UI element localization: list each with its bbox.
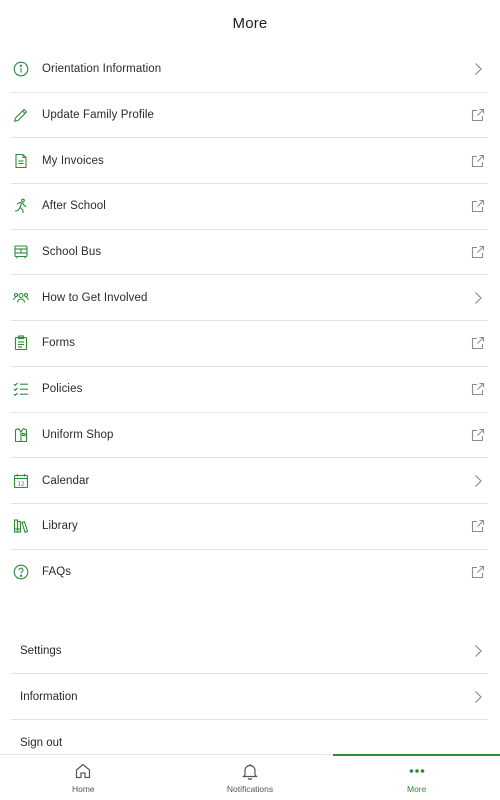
menu-item-label: School Bus <box>42 246 102 259</box>
calendar-day: 12 <box>18 481 25 487</box>
header: More <box>0 0 500 47</box>
menu-item-label: Update Family Profile <box>42 109 155 122</box>
settings-label: Information <box>20 690 78 703</box>
menu-item-label: FAQs <box>42 566 72 579</box>
external-link-icon <box>469 152 487 170</box>
bus-icon <box>12 243 30 261</box>
menu-item-label: Policies <box>42 383 83 396</box>
external-link-icon <box>469 426 487 444</box>
menu-item-update-family-profile[interactable]: Update Family Profile <box>11 93 488 139</box>
chevron-right-icon <box>469 688 487 706</box>
menu-item-library[interactable]: Library <box>11 504 488 550</box>
menu-item-calendar[interactable]: 12 Calendar <box>11 458 488 504</box>
settings-label: Settings <box>20 644 62 657</box>
settings-list: Settings Information Sign out <box>0 628 500 766</box>
home-icon <box>74 761 92 781</box>
external-link-icon <box>469 334 487 352</box>
external-link-icon <box>469 563 487 581</box>
clipboard-icon <box>12 334 30 352</box>
external-link-icon <box>469 106 487 124</box>
tab-notifications[interactable]: Notifications <box>167 755 334 800</box>
menu-item-school-bus[interactable]: School Bus <box>11 230 488 276</box>
menu-item-faqs[interactable]: FAQs <box>11 550 488 596</box>
pencil-icon <box>12 106 30 124</box>
chevron-right-icon <box>469 60 487 78</box>
info-icon <box>12 60 30 78</box>
menu-item-label: My Invoices <box>42 154 104 167</box>
tab-label: More <box>406 784 427 794</box>
running-person-icon <box>12 197 30 215</box>
chevron-right-icon <box>469 289 487 307</box>
external-link-icon <box>469 380 487 398</box>
menu-item-after-school[interactable]: After School <box>11 184 488 230</box>
menu-item-my-invoices[interactable]: My Invoices <box>11 138 488 185</box>
bell-icon <box>241 761 259 781</box>
settings-item-information[interactable]: Information <box>11 674 488 720</box>
menu-item-label: Orientation Information <box>42 63 162 76</box>
external-link-icon <box>469 243 487 261</box>
tab-label: Home <box>71 784 95 794</box>
checklist-icon <box>12 380 30 398</box>
menu-item-label: Uniform Shop <box>42 428 114 441</box>
chevron-right-icon <box>469 642 487 660</box>
chevron-right-icon <box>469 472 487 490</box>
settings-label: Sign out <box>20 737 63 749</box>
menu-item-label: After School <box>42 200 106 213</box>
menu-item-label: Calendar <box>42 474 90 487</box>
menu-item-label: How to Get Involved <box>42 291 148 304</box>
more-dots-icon <box>408 761 426 781</box>
tab-label: Notifications <box>226 784 274 794</box>
menu-item-forms[interactable]: Forms <box>11 321 488 367</box>
question-icon <box>12 563 30 581</box>
books-icon <box>12 517 30 535</box>
tab-home[interactable]: Home <box>0 755 167 800</box>
uniform-icon <box>12 426 30 444</box>
tab-more[interactable]: More <box>333 754 500 800</box>
menu-item-label: Library <box>42 520 78 533</box>
bottom-tab-bar: Home Notifications More <box>0 754 500 800</box>
invoice-icon <box>12 152 30 170</box>
external-link-icon <box>469 517 487 535</box>
menu-item-policies[interactable]: Policies <box>11 367 488 413</box>
people-icon <box>12 289 30 307</box>
page-title: More <box>232 15 268 32</box>
menu-item-how-to-get-involved[interactable]: How to Get Involved <box>11 275 488 322</box>
menu-item-orientation-information[interactable]: Orientation Information <box>11 47 488 93</box>
menu-item-uniform-shop[interactable]: Uniform Shop <box>11 413 488 459</box>
menu-item-label: Forms <box>42 337 76 350</box>
menu-list: Orientation Information Update Family Pr… <box>0 47 500 595</box>
external-link-icon <box>469 197 487 215</box>
settings-item-settings[interactable]: Settings <box>11 628 488 674</box>
calendar-icon: 12 <box>12 472 30 490</box>
